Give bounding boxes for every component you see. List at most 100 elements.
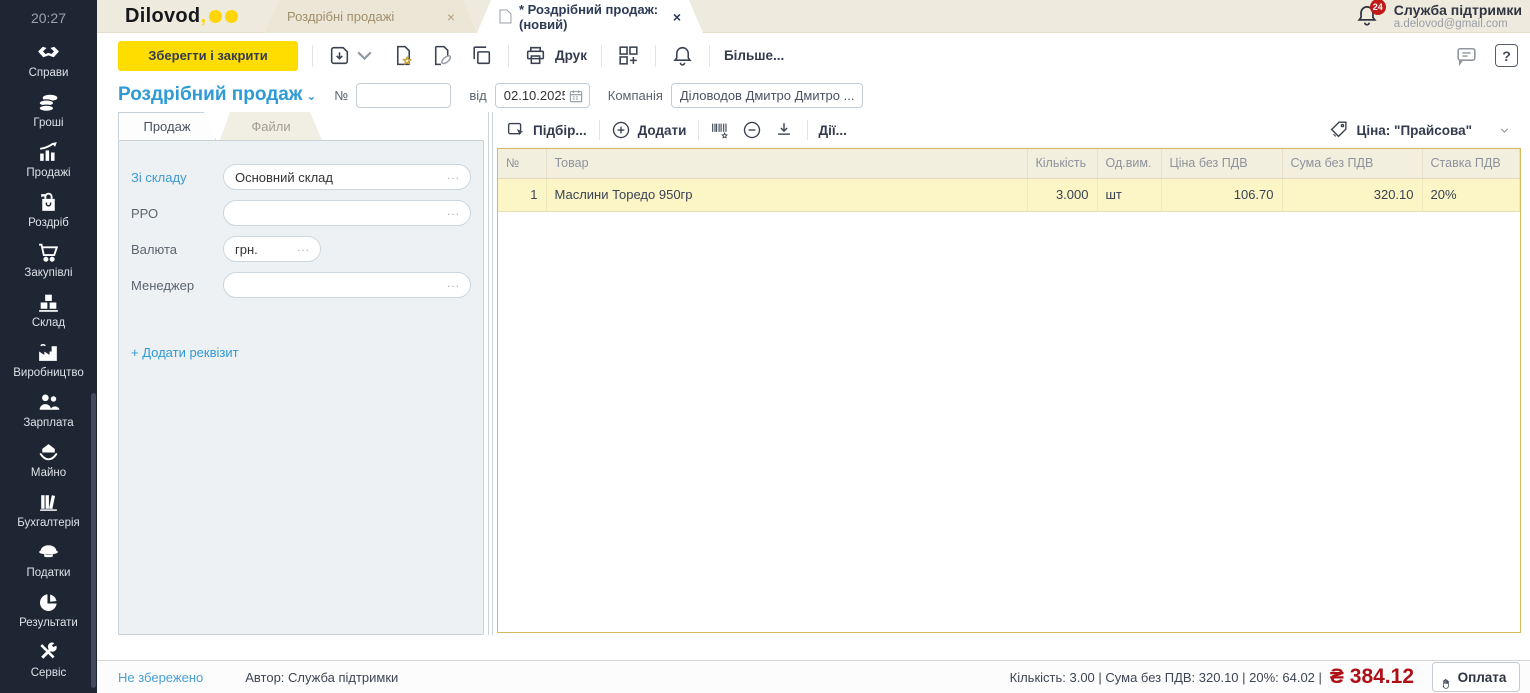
picker-ellipsis[interactable]: ...: [447, 276, 460, 290]
coins-icon: [36, 90, 61, 115]
dilovod-logo: Dilovod,: [125, 5, 238, 27]
cell-price[interactable]: 106.70: [1161, 178, 1282, 211]
help-icon[interactable]: ?: [1495, 44, 1518, 67]
col-vat-rate[interactable]: Ставка ПДВ: [1422, 149, 1520, 178]
cell-vat-rate[interactable]: 20%: [1422, 178, 1520, 211]
notifications-bell-icon[interactable]: 24: [1354, 2, 1382, 30]
chevron-down-icon: [352, 43, 377, 68]
pay-button[interactable]: Оплата: [1432, 662, 1520, 692]
doc-star-icon[interactable]: [391, 43, 416, 68]
print-button[interactable]: Друк: [523, 43, 587, 68]
col-sum[interactable]: Сума без ПДВ: [1282, 149, 1422, 178]
rro-label: РРО: [131, 206, 223, 221]
sidebar-item-rezultaty[interactable]: Результати: [0, 584, 97, 634]
add-row-button[interactable]: Додати: [610, 119, 687, 141]
bell-icon[interactable]: [670, 43, 695, 68]
doc-type-title[interactable]: Роздрібний продаж⌄: [118, 84, 316, 106]
cell-number[interactable]: 1: [498, 178, 546, 211]
manager-field[interactable]: ...: [223, 272, 471, 298]
sales-chart-icon: [36, 140, 61, 165]
handshake-icon: [36, 40, 61, 65]
download-icon[interactable]: [773, 119, 795, 141]
sidebar-item-zakupivli[interactable]: Закупівлі: [0, 234, 97, 284]
rro-field[interactable]: ...: [223, 200, 471, 226]
sidebar-item-rozdrib[interactable]: Роздріб: [0, 184, 97, 234]
tab-retail-sales-list[interactable]: Роздрібні продажі ×: [265, 0, 477, 33]
barcode-icon[interactable]: [709, 119, 731, 141]
col-quantity[interactable]: Кількість: [1027, 149, 1097, 178]
more-button[interactable]: Більше...: [724, 48, 784, 63]
doc-attach-icon[interactable]: [430, 43, 455, 68]
details-panel-body: Зі складу ... РРО ... Валюта: [118, 140, 484, 635]
sidebar-item-spravy[interactable]: Справи: [0, 34, 97, 84]
save-and-close-button[interactable]: Зберегти і закрити: [118, 41, 298, 71]
grid-add-icon[interactable]: [616, 43, 641, 68]
col-price[interactable]: Ціна без ПДВ: [1161, 149, 1282, 178]
unsaved-status[interactable]: Не збережено: [118, 670, 203, 685]
chat-icon[interactable]: [1454, 43, 1479, 68]
sidebar-item-servis[interactable]: Сервіс: [0, 634, 97, 684]
picker-ellipsis[interactable]: ...: [447, 204, 460, 218]
notification-badge: 24: [1370, 0, 1386, 15]
warehouse-input[interactable]: [224, 165, 470, 189]
cell-sum[interactable]: 320.10: [1282, 178, 1422, 211]
actions-button[interactable]: Дії...: [818, 123, 846, 138]
sidebar-item-maino[interactable]: Майно: [0, 434, 97, 484]
date-label: від: [469, 88, 486, 103]
sidebar-scrollbar[interactable]: [91, 393, 96, 688]
tab-faily[interactable]: Файли: [220, 112, 322, 140]
close-icon[interactable]: ×: [447, 9, 455, 25]
warehouse-label[interactable]: Зі складу: [131, 170, 223, 185]
sidebar-item-prodazhi[interactable]: Продажі: [0, 134, 97, 184]
add-circle-icon: [610, 119, 632, 141]
sidebar-item-vyrobnytstvo[interactable]: Виробництво: [0, 334, 97, 384]
copy-icon[interactable]: [469, 43, 494, 68]
sidebar-item-zarplata[interactable]: Зарплата: [0, 384, 97, 434]
cell-quantity[interactable]: 3.000: [1027, 178, 1097, 211]
col-product[interactable]: Товар: [546, 149, 1027, 178]
factory-icon: [36, 340, 61, 365]
items-region: Підбір... Додати Ді: [497, 112, 1521, 635]
manager-label: Менеджер: [131, 278, 223, 293]
status-bar: Не збережено Автор: Служба підтримки Кіл…: [97, 660, 1530, 693]
picker-ellipsis[interactable]: ...: [447, 168, 460, 182]
rro-input[interactable]: [224, 201, 470, 225]
hand-cursor-icon: [1438, 676, 1454, 692]
cart-icon: [36, 240, 61, 265]
main-area: Dilovod, Роздрібні продажі × * Роздрібни…: [97, 0, 1530, 693]
cell-product[interactable]: Маслини Торедо 950гр: [546, 178, 1027, 211]
add-requisite-link[interactable]: + Додати реквізит: [131, 345, 471, 360]
remove-circle-icon[interactable]: [741, 119, 763, 141]
sidebar-item-podatky[interactable]: Податки: [0, 534, 97, 584]
sidebar-item-sklad[interactable]: Склад: [0, 284, 97, 334]
picker-ellipsis[interactable]: ...: [297, 240, 310, 254]
pick-button[interactable]: Підбір...: [505, 119, 587, 141]
col-number[interactable]: №: [498, 149, 546, 178]
logo-dot: [209, 10, 222, 23]
company-input[interactable]: [671, 83, 863, 108]
price-type-selector[interactable]: Ціна: "Прайсова": [1328, 119, 1511, 141]
sidebar-item-hroshi[interactable]: Гроші: [0, 84, 97, 134]
doc-number-input[interactable]: [356, 83, 451, 108]
doc-header: Роздрібний продаж⌄ № від Компанія: [97, 78, 1530, 112]
details-panel: Продаж Файли Зі складу ... РРО ...: [118, 112, 484, 635]
close-icon[interactable]: ×: [673, 9, 681, 25]
sidebar-item-bukhhalteriia[interactable]: Бухгалтерія: [0, 484, 97, 534]
tab-retail-sale-new[interactable]: * Роздрібний продаж: (новий) ×: [477, 0, 703, 33]
col-unit[interactable]: Од.вим.: [1097, 149, 1161, 178]
currency-field[interactable]: ...: [223, 236, 321, 262]
support-email: a.delovod@gmail.com: [1394, 18, 1522, 30]
chevron-down-icon: [1498, 124, 1511, 137]
cell-unit[interactable]: шт: [1097, 178, 1161, 211]
support-block[interactable]: 24 Служба підтримки a.delovod@gmail.com: [1354, 2, 1522, 30]
warehouse-field[interactable]: ...: [223, 164, 471, 190]
tab-prodazh[interactable]: Продаж: [118, 112, 216, 140]
save-icon[interactable]: [327, 43, 377, 68]
company-label: Компанія: [608, 88, 663, 103]
totals-summary: Кількість: 3.00 | Сума без ПДВ: 320.10 |…: [1010, 670, 1322, 685]
calendar-icon[interactable]: [569, 89, 583, 103]
manager-input[interactable]: [224, 273, 470, 297]
house-hands-icon: [36, 440, 61, 465]
table-row[interactable]: 1 Маслини Торедо 950гр 3.000 шт 106.70 3…: [498, 178, 1520, 211]
panel-splitter[interactable]: [488, 112, 493, 635]
